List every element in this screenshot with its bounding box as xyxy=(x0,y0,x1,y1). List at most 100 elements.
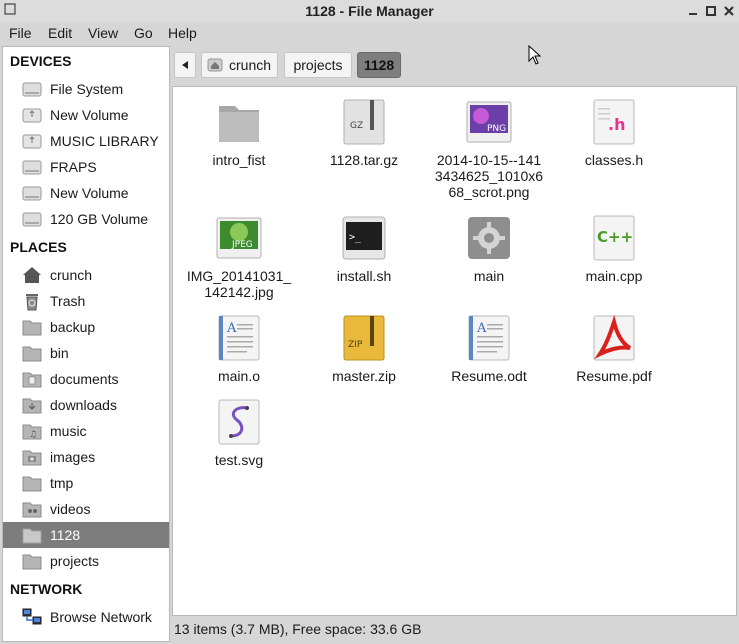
maximize-icon[interactable] xyxy=(704,4,718,18)
menu-help[interactable]: Help xyxy=(168,25,197,41)
file-badge: JPEG xyxy=(231,240,253,250)
sidebar-item-music[interactable]: ♫ music xyxy=(3,418,169,444)
document-text-icon: A xyxy=(468,315,510,361)
folder-icon xyxy=(22,528,42,544)
file-label: classes.h xyxy=(584,152,644,168)
sidebar-item-browse-network[interactable]: Browse Network xyxy=(3,604,169,630)
archive-gz-icon: GZ xyxy=(343,99,385,145)
file-label: main.cpp xyxy=(585,268,643,284)
sidebar-item-120gb-volume[interactable]: 120 GB Volume xyxy=(3,206,169,232)
sidebar-item-fraps[interactable]: FRAPS xyxy=(3,154,169,180)
file-item-intro-fist[interactable]: intro_fist xyxy=(184,98,294,168)
sidebar-item-label: images xyxy=(50,449,96,465)
sidebar-item-label: Browse Network xyxy=(50,609,152,625)
minimize-icon[interactable] xyxy=(686,4,700,18)
sidebar-item-bin[interactable]: bin xyxy=(3,340,169,366)
file-item-test-svg[interactable]: test.svg xyxy=(184,398,294,468)
home-icon xyxy=(207,58,223,72)
executable-gear-icon xyxy=(468,217,510,259)
file-badge: >_ xyxy=(349,232,362,243)
sidebar-item-label: 1128 xyxy=(50,527,81,543)
file-label: master.zip xyxy=(332,368,396,384)
sidebar-item-label: New Volume xyxy=(50,107,129,123)
menu-go[interactable]: Go xyxy=(134,25,153,41)
file-label: install.sh xyxy=(336,268,392,284)
breadcrumb-crunch[interactable]: crunch xyxy=(201,52,278,78)
network-icon xyxy=(22,608,42,625)
file-item-classes-h[interactable]: .h classes.h xyxy=(559,98,669,168)
sidebar-item-label: bin xyxy=(50,345,69,361)
close-icon[interactable] xyxy=(722,4,736,18)
sidebar-item-label: Trash xyxy=(50,293,86,309)
sidebar-item-trash[interactable]: Trash xyxy=(3,288,169,314)
breadcrumb-label: crunch xyxy=(229,57,272,73)
sidebar-item-backup[interactable]: backup xyxy=(3,314,169,340)
sidebar-item-label: MUSIC LIBRARY xyxy=(50,133,159,149)
file-item-main-o[interactable]: A main.o xyxy=(184,314,294,384)
sidebar-item-images[interactable]: images xyxy=(3,444,169,470)
file-item-main[interactable]: main xyxy=(434,214,544,284)
file-item-resume-odt[interactable]: A Resume.odt xyxy=(434,314,544,384)
breadcrumb-1128[interactable]: 1128 xyxy=(357,52,401,78)
drive-icon xyxy=(22,186,42,201)
folder-icon xyxy=(22,554,42,570)
terminal-script-icon: >_ xyxy=(342,216,386,260)
trash-icon xyxy=(26,294,38,311)
network-header: NETWORK xyxy=(10,581,83,597)
file-item-resume-pdf[interactable]: Resume.pdf xyxy=(559,314,669,384)
sidebar-item-crunch[interactable]: crunch xyxy=(3,262,169,288)
sidebar-item-label: crunch xyxy=(50,267,93,283)
file-label: main xyxy=(473,268,505,284)
drive-icon xyxy=(22,82,42,97)
sidebar-item-file-system[interactable]: File System xyxy=(3,76,169,102)
sidebar-item-downloads[interactable]: downloads xyxy=(3,392,169,418)
folder-music-icon: ♫ xyxy=(22,424,42,440)
sidebar-item-label: FRAPS xyxy=(50,159,97,175)
usb-drive-icon xyxy=(22,108,42,123)
file-item-1128-tar-gz[interactable]: GZ 1128.tar.gz xyxy=(309,98,419,168)
back-button[interactable] xyxy=(174,52,196,78)
menu-file[interactable]: File xyxy=(9,25,32,41)
document-text-icon: A xyxy=(218,315,260,361)
file-item-master-zip[interactable]: ZIP master.zip xyxy=(309,314,419,384)
folder-icon xyxy=(22,476,42,492)
window-title: 1128 - File Manager xyxy=(305,3,434,19)
menu-view[interactable]: View xyxy=(88,25,118,41)
cpp-source-icon: C++ xyxy=(593,215,635,261)
sidebar-item-videos[interactable]: videos xyxy=(3,496,169,522)
title-bar: 1128 - File Manager xyxy=(0,0,739,23)
file-view: intro_fist GZ 1128.tar.gz PNG 2014-10-15… xyxy=(172,86,737,616)
file-badge: .h xyxy=(608,115,625,134)
folder-icon xyxy=(22,346,42,362)
folder-icon xyxy=(219,106,259,142)
sidebar-item-documents[interactable]: documents xyxy=(3,366,169,392)
breadcrumb-projects[interactable]: projects xyxy=(284,52,352,78)
sidebar-item-new-volume-2[interactable]: New Volume xyxy=(3,180,169,206)
sidebar-item-music-library[interactable]: MUSIC LIBRARY xyxy=(3,128,169,154)
archive-zip-icon: ZIP xyxy=(343,315,385,361)
breadcrumb-label: 1128 xyxy=(363,57,395,73)
menu-edit[interactable]: Edit xyxy=(48,25,72,41)
drive-icon xyxy=(22,212,42,227)
pdf-icon xyxy=(593,314,635,361)
sidebar-item-label: backup xyxy=(50,319,96,335)
menu-bar: File Edit View Go Help xyxy=(0,22,739,44)
image-png-icon: PNG xyxy=(466,101,512,143)
file-badge: PNG xyxy=(487,124,506,134)
sidebar: DEVICES File System New Volume MUSIC LIB… xyxy=(2,46,170,642)
sidebar-item-tmp[interactable]: tmp xyxy=(3,470,169,496)
file-label: 1128.tar.gz xyxy=(329,152,399,168)
file-item-install-sh[interactable]: >_ install.sh xyxy=(309,214,419,284)
sidebar-item-projects[interactable]: projects xyxy=(3,548,169,574)
folder-videos-icon xyxy=(22,502,42,518)
file-item-scrot-png[interactable]: PNG 2014-10-15--141 3434625_1010x6 68_sc… xyxy=(434,98,544,200)
status-text: 13 items (3.7 MB), Free space: 33.6 GB xyxy=(174,621,422,637)
sidebar-item-label: New Volume xyxy=(50,185,129,201)
file-item-main-cpp[interactable]: C++ main.cpp xyxy=(559,214,669,284)
file-item-img-jpg[interactable]: JPEG IMG_20141031_ 142142.jpg xyxy=(184,214,294,300)
sidebar-item-new-volume[interactable]: New Volume xyxy=(3,102,169,128)
sidebar-item-label: documents xyxy=(50,371,119,387)
file-label: intro_fist xyxy=(212,152,266,168)
usb-drive-icon xyxy=(22,134,42,149)
sidebar-item-1128[interactable]: 1128 xyxy=(3,522,169,548)
